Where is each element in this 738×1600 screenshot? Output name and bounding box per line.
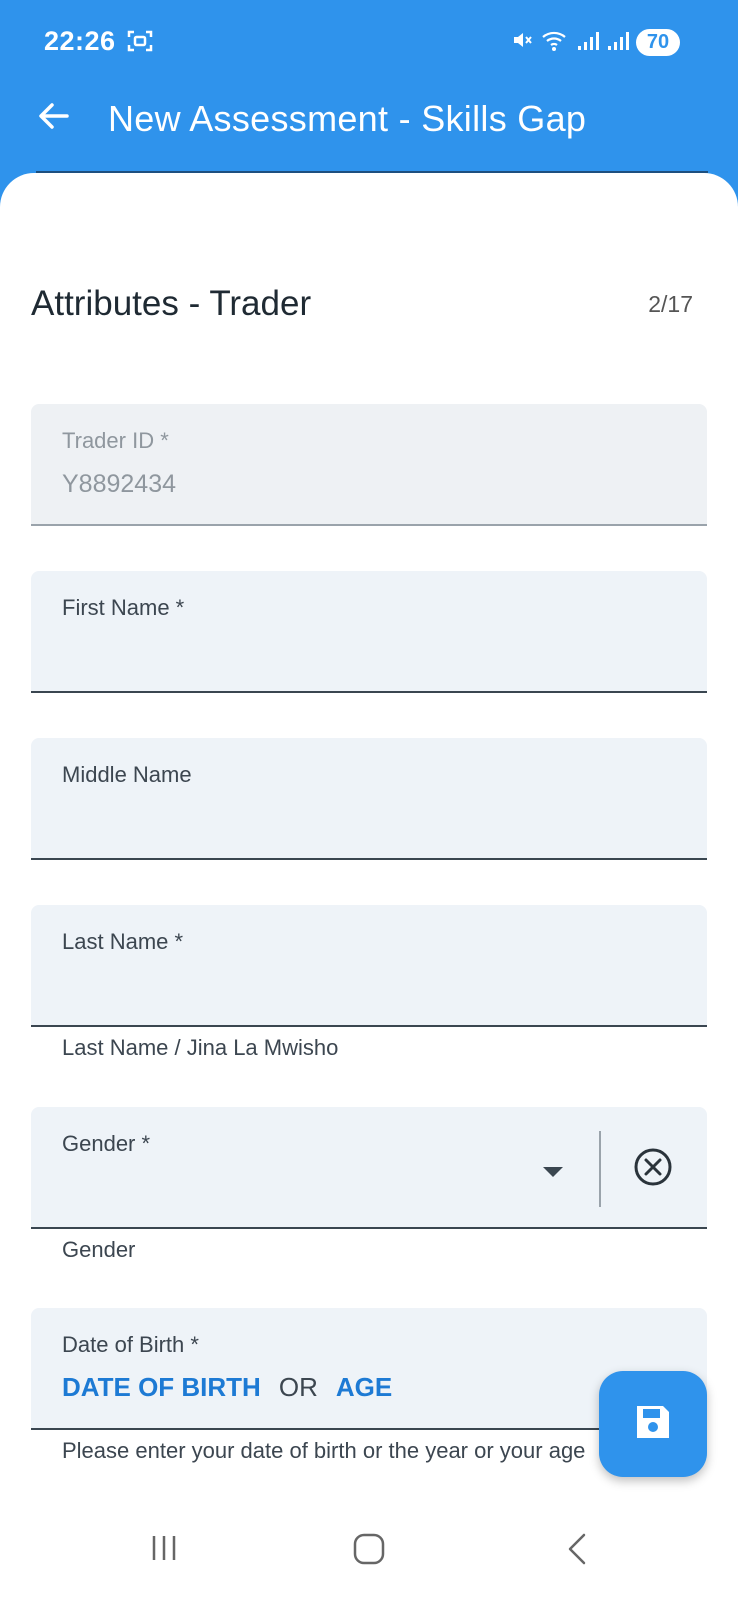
first-name-label: First Name * xyxy=(62,595,185,620)
date-of-birth-button[interactable]: DATE OF BIRTH xyxy=(62,1372,261,1403)
page-title: New Assessment - Skills Gap xyxy=(108,98,587,139)
dob-options: DATE OF BIRTH OR AGE xyxy=(62,1372,392,1403)
mute-icon xyxy=(510,28,534,57)
app-bar: New Assessment - Skills Gap xyxy=(0,80,738,175)
status-bar: 22:26 70 xyxy=(0,0,738,80)
gender-label: Gender * xyxy=(62,1131,151,1156)
save-button[interactable] xyxy=(599,1371,707,1477)
signal-icon xyxy=(606,28,630,57)
or-separator: OR xyxy=(278,1372,318,1402)
status-icons: 70 xyxy=(510,28,680,57)
middle-name-label: Middle Name xyxy=(62,762,192,787)
chevron-down-icon[interactable] xyxy=(543,1167,563,1177)
signal-icon xyxy=(576,28,600,57)
trader-id-label: Trader ID * xyxy=(62,428,169,453)
arrow-left-icon[interactable] xyxy=(36,98,72,139)
system-nav-bar xyxy=(0,1510,738,1600)
page-counter: 2/17 xyxy=(648,291,693,317)
save-icon xyxy=(633,1402,673,1447)
divider xyxy=(36,171,708,173)
middle-name-field[interactable]: Middle Name xyxy=(31,738,707,860)
home-icon[interactable] xyxy=(352,1532,386,1571)
clear-icon[interactable] xyxy=(633,1147,673,1192)
divider xyxy=(599,1131,601,1207)
wifi-icon xyxy=(540,28,570,57)
status-time: 22:26 xyxy=(44,26,116,56)
trader-id-field: Trader ID * Y8892434 xyxy=(31,404,707,526)
screenshot-icon xyxy=(127,30,153,57)
battery-icon: 70 xyxy=(636,29,680,56)
section-title: Attributes - Trader xyxy=(31,284,312,323)
dob-label: Date of Birth * xyxy=(62,1332,199,1357)
recent-apps-icon[interactable] xyxy=(148,1532,180,1569)
last-name-label: Last Name * xyxy=(62,929,184,954)
age-button[interactable]: AGE xyxy=(336,1372,392,1403)
gender-helper: Gender xyxy=(62,1237,136,1262)
dob-helper: Please enter your date of birth or the y… xyxy=(62,1438,586,1463)
gender-select[interactable]: Gender * xyxy=(31,1107,707,1229)
first-name-field[interactable]: First Name * xyxy=(31,571,707,693)
trader-id-value: Y8892434 xyxy=(62,470,177,498)
back-nav-icon[interactable] xyxy=(566,1532,588,1571)
last-name-field[interactable]: Last Name * xyxy=(31,905,707,1027)
last-name-helper: Last Name / Jina La Mwisho xyxy=(62,1035,339,1060)
